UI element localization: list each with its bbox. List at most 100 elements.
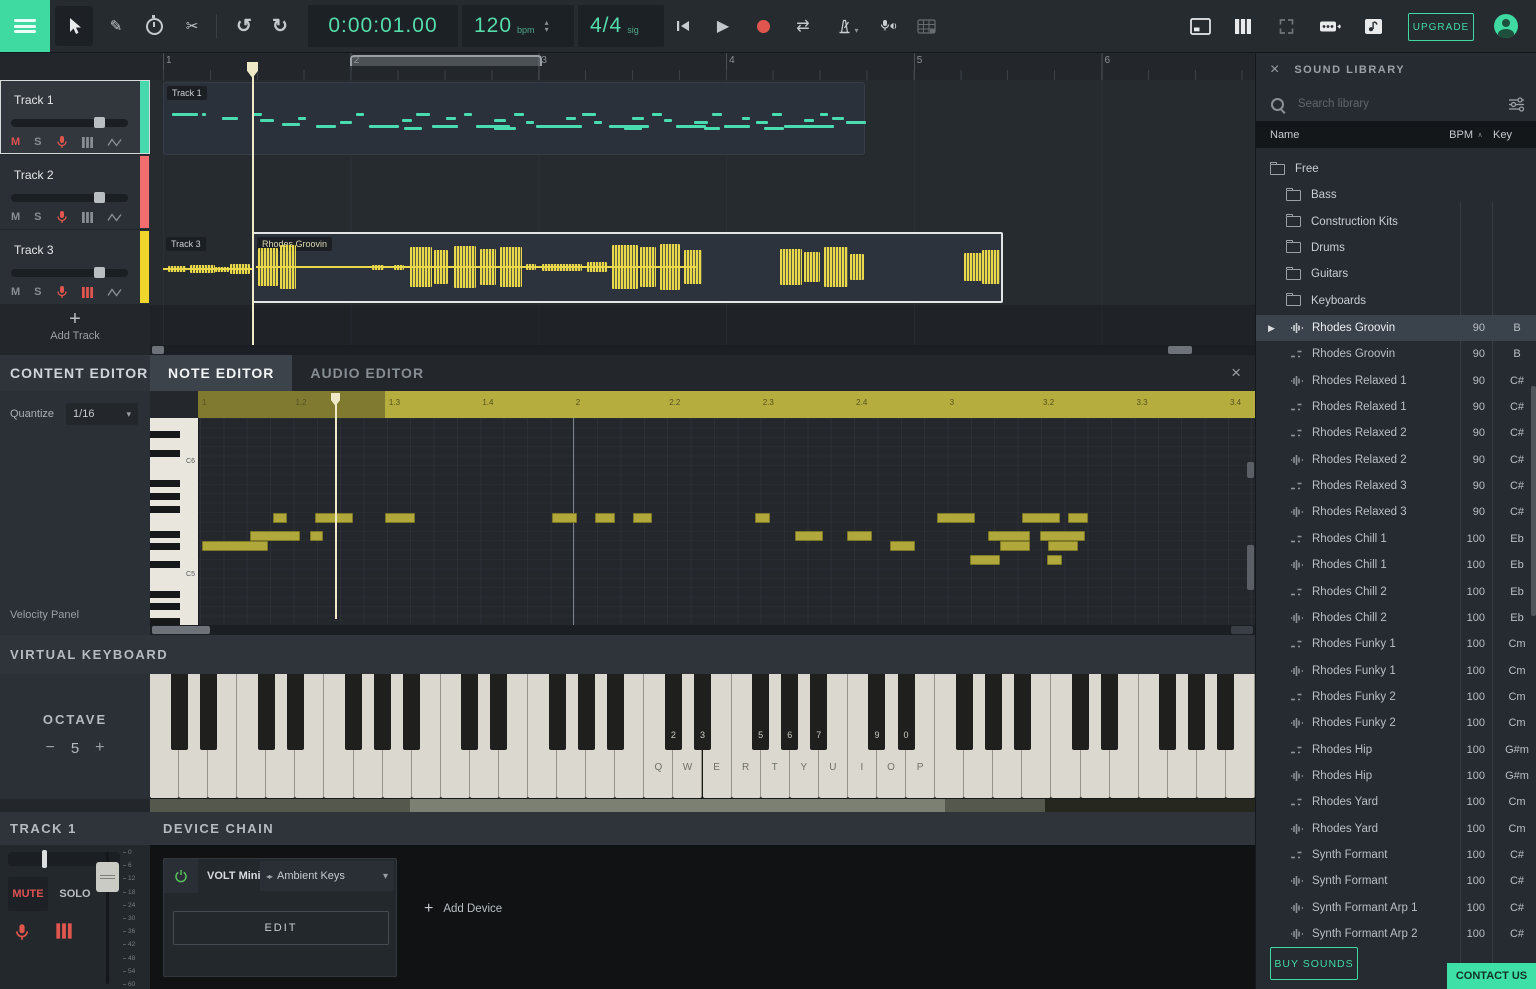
track-card[interactable]: Track 1MS (0, 80, 150, 154)
toggle-keyboard-button[interactable] (1227, 6, 1259, 46)
solo-button[interactable]: S (34, 286, 41, 298)
scroll-thumb[interactable] (1168, 346, 1192, 354)
midi-note[interactable] (847, 531, 872, 541)
folder-row[interactable]: Guitars (1256, 261, 1536, 287)
mute-button[interactable]: M (11, 286, 20, 298)
midi-note[interactable] (1040, 531, 1085, 541)
instrument-icon[interactable] (82, 137, 93, 148)
midi-note[interactable] (890, 541, 915, 551)
track-card[interactable]: Track 2MS (0, 155, 150, 229)
stepper-down-icon[interactable]: ▾ (545, 26, 549, 33)
upgrade-button[interactable]: UPGRADE (1408, 13, 1474, 41)
device-card[interactable]: VOLT Mini ◂▸ Ambient Keys ▾ EDIT (163, 858, 397, 977)
octave-minus-button[interactable]: − (45, 739, 54, 757)
pan-handle[interactable] (42, 850, 47, 868)
select-tool-button[interactable] (55, 6, 93, 46)
play-button[interactable]: ▶ (706, 6, 740, 46)
black-key[interactable] (403, 674, 420, 750)
bpm-stepper[interactable]: ▴ ▾ (545, 19, 549, 33)
preset-selector[interactable]: ◂▸ Ambient Keys ▾ (260, 861, 394, 891)
edit-device-button[interactable]: EDIT (173, 911, 389, 945)
midi-note[interactable] (988, 531, 1030, 541)
cut-tool-button[interactable]: ✂ (175, 6, 209, 46)
track-card[interactable]: Track 3MS (0, 230, 150, 304)
sound-row[interactable]: Synth Formant100C# (1256, 842, 1536, 868)
mic-icon[interactable] (56, 210, 68, 224)
midi-note[interactable] (970, 555, 1000, 565)
black-key[interactable] (956, 674, 973, 750)
undo-button[interactable]: ↺ (226, 6, 262, 46)
black-key[interactable]: 7 (810, 674, 827, 750)
midi-note[interactable] (937, 513, 975, 523)
midi-note[interactable] (1000, 541, 1030, 551)
midi-note[interactable] (795, 531, 823, 541)
black-key[interactable]: 3 (694, 674, 711, 750)
contact-us-button[interactable]: CONTACT US (1447, 963, 1536, 989)
black-key[interactable] (549, 674, 566, 750)
sound-row[interactable]: Rhodes Funky 1100Cm (1256, 658, 1536, 684)
metronome-button[interactable]: ▾ (828, 6, 868, 46)
toggle-library-button[interactable] (1356, 6, 1390, 46)
sound-row[interactable]: Rhodes Funky 2100Cm (1256, 684, 1536, 710)
black-key[interactable]: 5 (752, 674, 769, 750)
velocity-panel-label[interactable]: Velocity Panel (10, 609, 79, 621)
sound-row[interactable]: Rhodes Chill 1100Eb (1256, 526, 1536, 552)
scroll-thumb[interactable] (1231, 626, 1253, 634)
search-input[interactable] (1296, 97, 1508, 111)
column-bpm[interactable]: BPM (1431, 129, 1473, 141)
slider-knob[interactable] (94, 192, 105, 203)
solo-button[interactable]: S (34, 136, 41, 148)
toggle-device-chain-button[interactable] (1313, 6, 1347, 46)
instrument-icon[interactable] (82, 287, 93, 298)
folder-row[interactable]: Keyboards (1256, 288, 1536, 314)
close-editor-icon[interactable]: × (1231, 363, 1241, 383)
track-lane-2[interactable] (150, 155, 1255, 231)
folder-row[interactable]: Construction Kits (1256, 209, 1536, 235)
midi-note[interactable] (310, 531, 323, 541)
automation-icon[interactable] (107, 212, 122, 223)
mute-button[interactable]: M (11, 211, 20, 223)
solo-button[interactable]: S (34, 211, 41, 223)
black-key[interactable] (258, 674, 275, 750)
black-key[interactable]: 6 (781, 674, 798, 750)
scroll-thumb[interactable] (152, 346, 164, 354)
buy-sounds-button[interactable]: BUY SOUNDS (1270, 947, 1358, 980)
folder-row[interactable]: Free (1256, 156, 1536, 182)
volume-fader-handle[interactable] (96, 862, 119, 892)
scroll-thumb[interactable] (152, 626, 210, 634)
sound-row[interactable]: Rhodes Funky 1100Cm (1256, 631, 1536, 657)
automation-icon[interactable] (107, 287, 122, 298)
scroll-thumb[interactable] (1247, 462, 1254, 478)
slider-knob[interactable] (94, 267, 105, 278)
midi-note[interactable] (755, 513, 770, 523)
sound-row[interactable]: Synth Formant Arp 2100C# (1256, 921, 1536, 947)
sound-row[interactable]: Rhodes Relaxed 290C# (1256, 420, 1536, 446)
sound-row[interactable]: Rhodes Relaxed 390C# (1256, 473, 1536, 499)
sound-row[interactable]: Rhodes Yard100Cm (1256, 789, 1536, 815)
black-key[interactable] (1014, 674, 1031, 750)
octave-plus-button[interactable]: + (95, 739, 104, 757)
black-key[interactable] (1072, 674, 1089, 750)
black-key[interactable]: 2 (665, 674, 682, 750)
audio-clip-track3[interactable]: Track 3 (163, 234, 252, 303)
account-avatar[interactable] (1494, 14, 1518, 38)
loop-region-marker[interactable] (350, 55, 542, 66)
midi-note[interactable] (315, 513, 353, 523)
midi-note[interactable] (1068, 513, 1088, 523)
rewind-button[interactable] (666, 6, 700, 46)
sound-row[interactable]: ▶Rhodes Groovin90B (1256, 315, 1536, 341)
tab-note-editor[interactable]: NOTE EDITOR (150, 355, 292, 391)
midi-note[interactable] (202, 541, 268, 551)
midi-note[interactable] (1047, 555, 1062, 565)
sound-row[interactable]: Rhodes Relaxed 290C# (1256, 447, 1536, 473)
sound-row[interactable]: Rhodes Relaxed 190C# (1256, 394, 1536, 420)
black-key[interactable]: 0 (898, 674, 915, 750)
sound-row[interactable]: Rhodes Hip100G#m (1256, 737, 1536, 763)
sound-row[interactable]: Rhodes Chill 2100Eb (1256, 579, 1536, 605)
instrument-icon[interactable] (82, 212, 93, 223)
library-scrollbar[interactable] (1531, 386, 1536, 616)
scroll-thumb[interactable] (1247, 545, 1254, 590)
record-button[interactable] (746, 6, 780, 46)
black-key[interactable]: 9 (868, 674, 885, 750)
black-key[interactable] (287, 674, 304, 750)
